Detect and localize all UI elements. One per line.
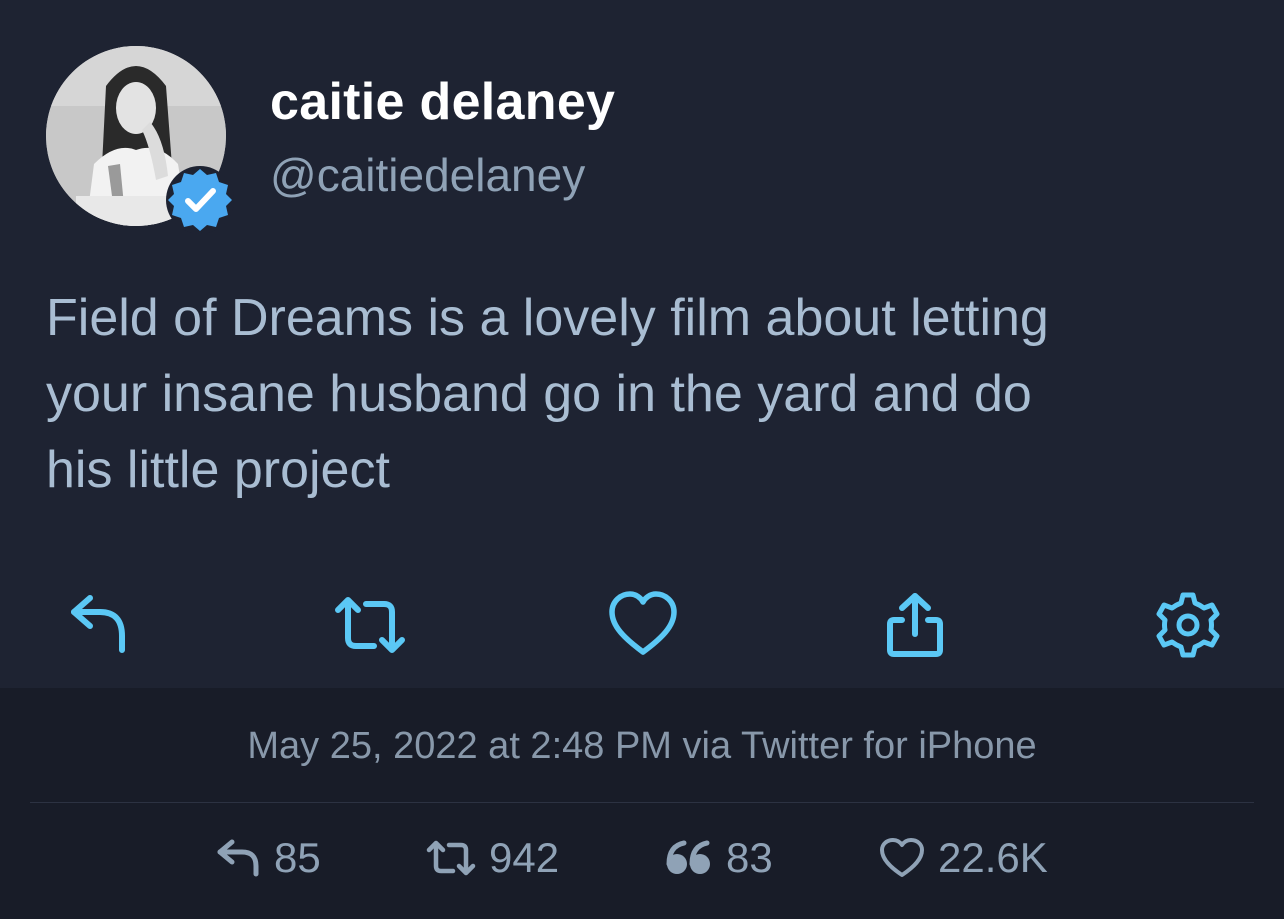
tweet-meta: May 25, 2022 at 2:48 PM via Twitter for … [0, 688, 1284, 919]
like-count-value: 22.6K [938, 834, 1048, 881]
quote-icon [666, 840, 710, 874]
quote-count-value: 83 [726, 834, 773, 881]
share-button[interactable] [875, 585, 955, 665]
reply-count[interactable]: 85 [214, 828, 321, 888]
like-button[interactable] [603, 585, 683, 665]
share-icon [887, 593, 943, 657]
reply-icon [217, 839, 259, 877]
tweet-text-line: his little project [46, 441, 390, 499]
tweet-timestamp: May 25, 2022 at 2:48 PM via Twitter for … [247, 725, 1037, 767]
tweet-text-line: your insane husband go in the yard and d… [46, 365, 1032, 423]
heart-icon [880, 838, 924, 877]
retweet-icon [426, 840, 476, 876]
retweet-button[interactable] [330, 585, 410, 665]
display-name[interactable]: caitie delaney [270, 72, 615, 132]
verified-badge-icon [164, 164, 236, 236]
retweet-icon [335, 597, 405, 653]
user-handle[interactable]: @caitiedelaney [270, 148, 585, 202]
gear-icon [1156, 592, 1220, 658]
tweet-card: caitie delaney @caitiedelaney Field of D… [0, 0, 1284, 688]
heart-icon [609, 591, 677, 655]
divider [30, 802, 1254, 803]
tweet-actions [0, 585, 1284, 665]
tweet-text: Field of Dreams is a lovely film about l… [46, 280, 1246, 508]
settings-button[interactable] [1148, 585, 1228, 665]
tweet-stats: 85 942 83 22.6K [0, 828, 1284, 888]
tweet-text-line: Field of Dreams is a lovely film about l… [46, 289, 1049, 347]
retweet-count[interactable]: 942 [425, 828, 559, 888]
reply-count-value: 85 [274, 834, 321, 881]
avatar-container[interactable] [46, 46, 234, 234]
quote-count[interactable]: 83 [664, 828, 773, 888]
retweet-count-value: 942 [489, 834, 560, 881]
like-count[interactable]: 22.6K [878, 828, 1048, 888]
reply-button[interactable] [55, 585, 135, 665]
reply-icon [71, 595, 125, 653]
